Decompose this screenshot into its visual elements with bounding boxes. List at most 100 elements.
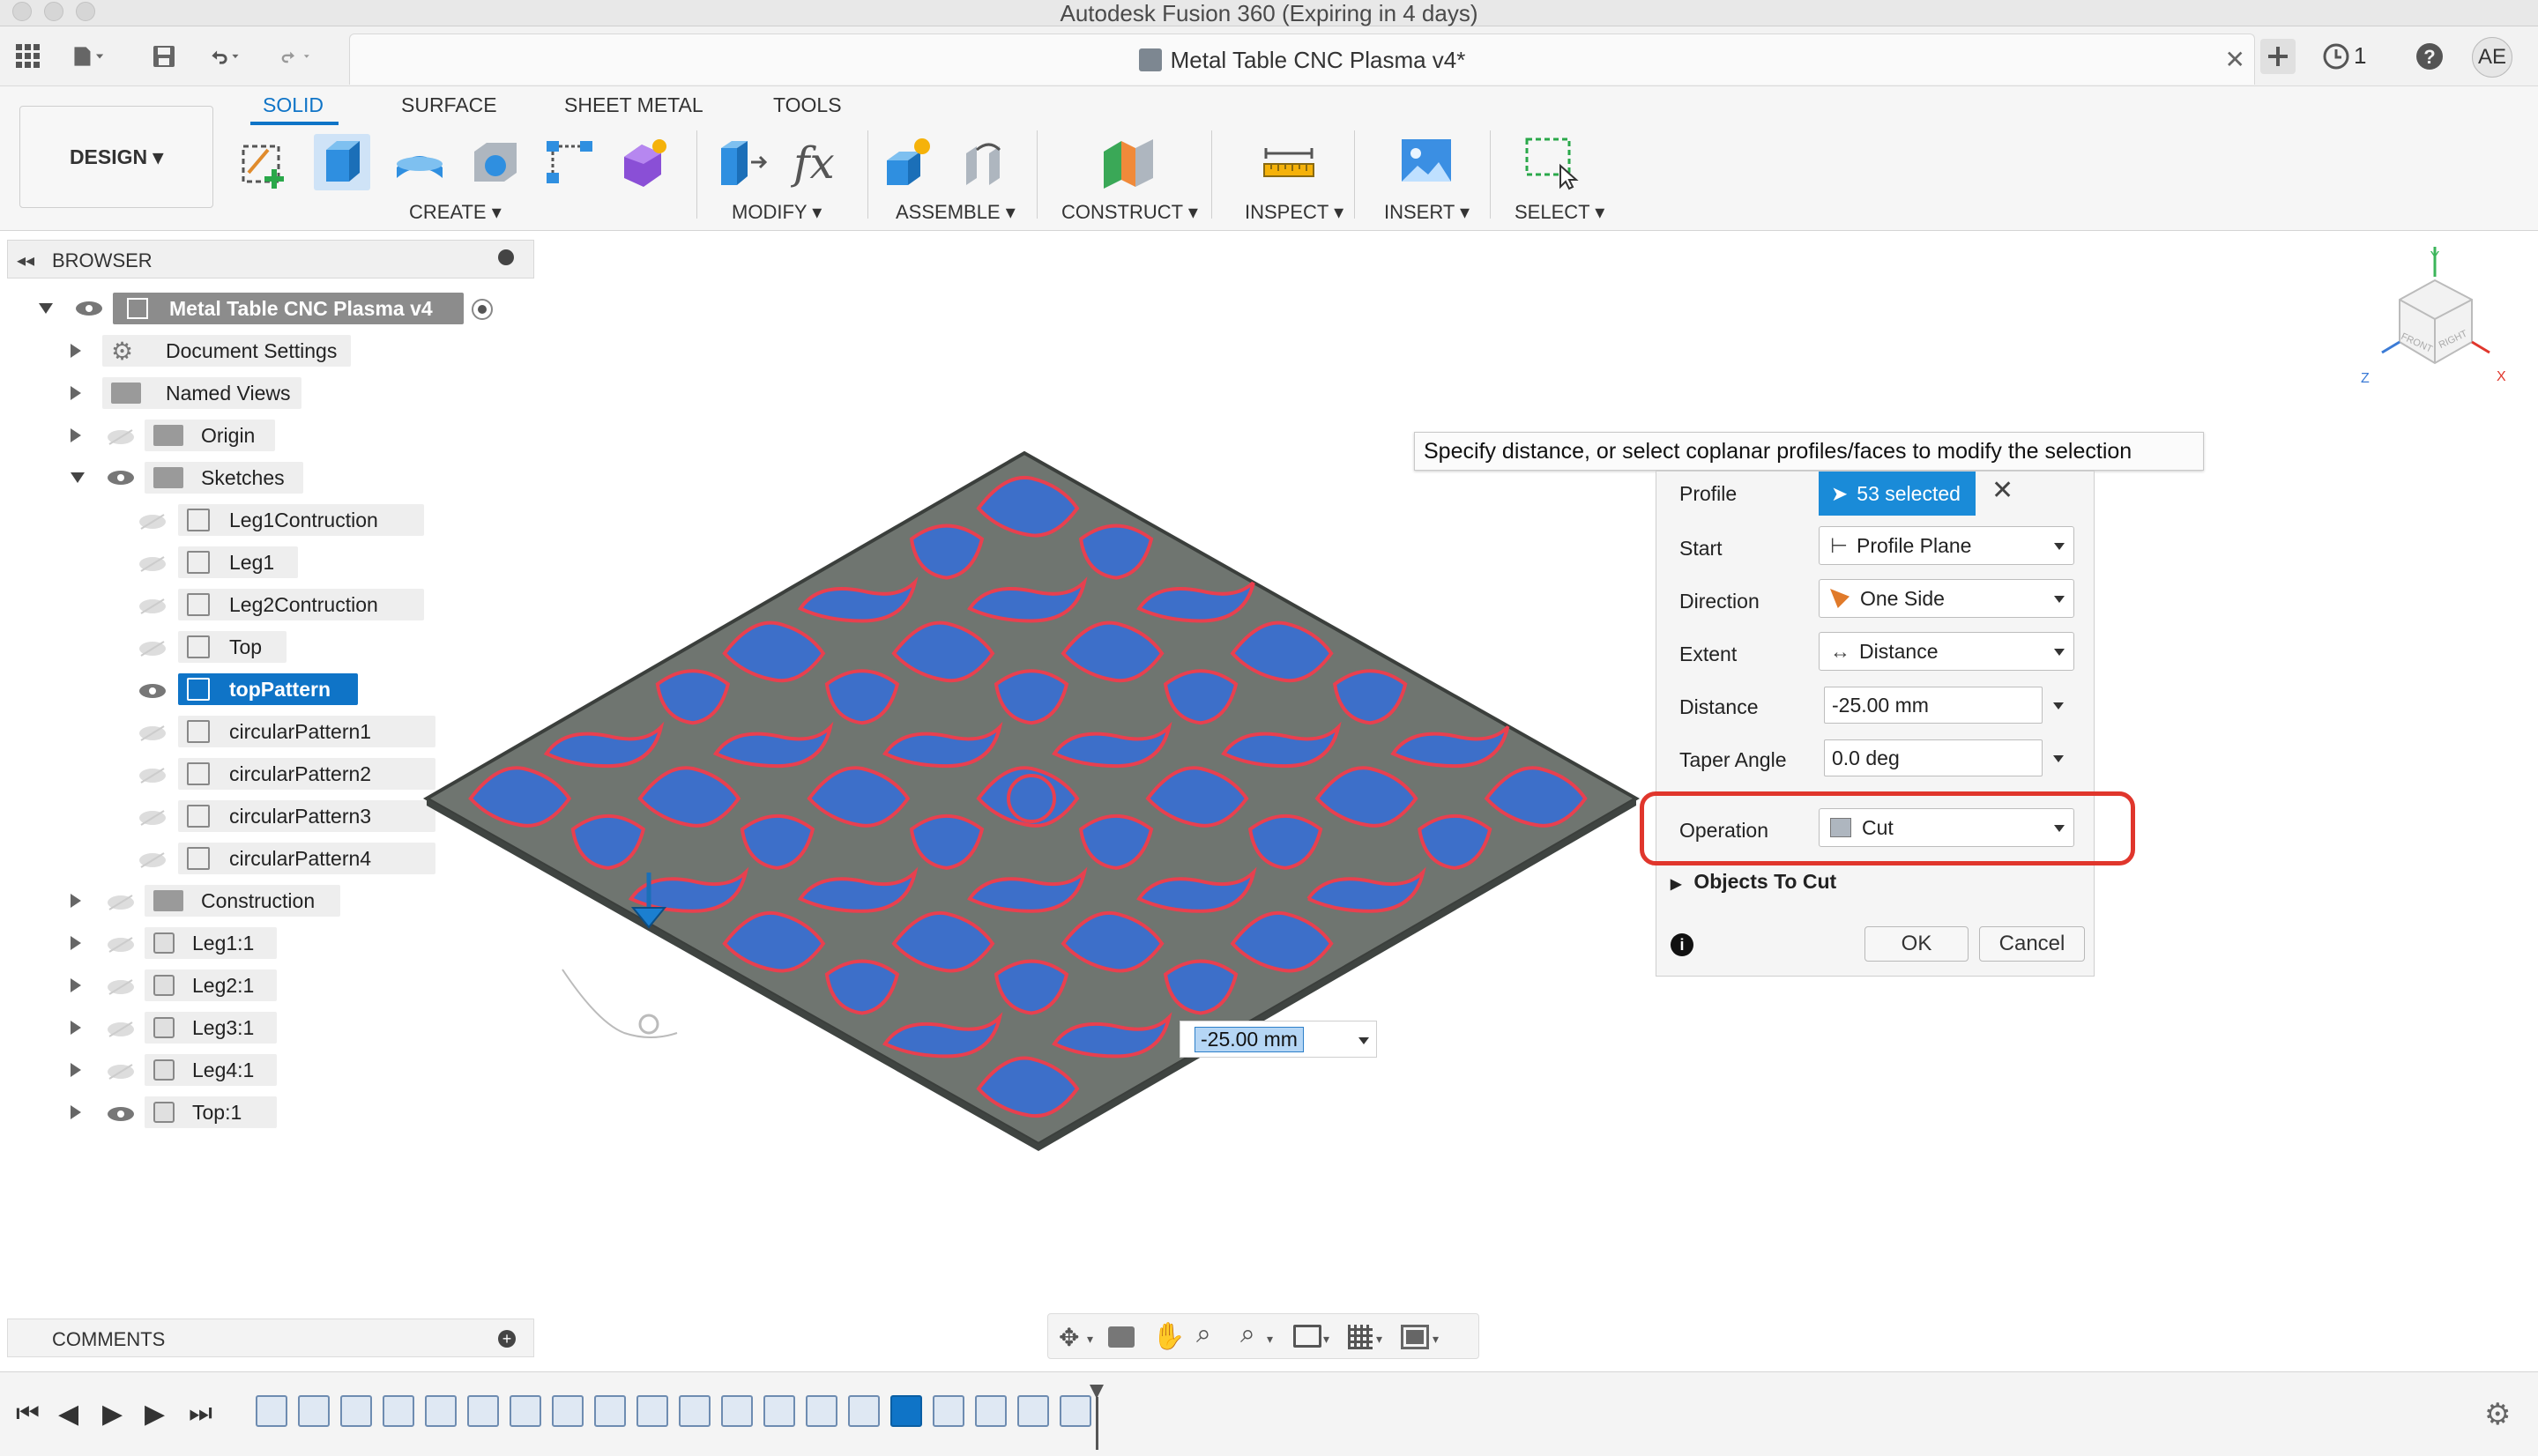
go-to-end-icon[interactable]: ⏭ [189, 1399, 212, 1429]
profile-region[interactable] [1007, 774, 1056, 823]
cancel-button[interactable]: Cancel [1979, 926, 2085, 962]
parameters-fx-icon[interactable]: fx [790, 134, 846, 190]
offset-plane-icon[interactable] [1100, 134, 1157, 190]
help-icon[interactable]: ? [2414, 41, 2445, 72]
objects-to-cut-section[interactable]: ▶ Objects To Cut [1671, 870, 1836, 894]
tab-sheet-metal[interactable]: SHEET METAL [564, 93, 703, 117]
timeline-settings-gear-icon[interactable]: ⚙ [2484, 1397, 2511, 1432]
timeline-feature[interactable] [890, 1395, 922, 1427]
expand-icon[interactable] [71, 894, 81, 908]
tab-solid[interactable]: SOLID [263, 93, 324, 117]
modify-menu[interactable]: MODIFY ▾ [732, 201, 822, 224]
body-item[interactable]: Top:1 [145, 1096, 277, 1128]
timeline-feature[interactable] [298, 1395, 330, 1427]
save-icon[interactable] [148, 41, 180, 72]
timeline-feature[interactable] [552, 1395, 584, 1427]
timeline-feature[interactable] [594, 1395, 626, 1427]
expand-icon[interactable] [71, 978, 81, 992]
workspace-switcher[interactable]: DESIGN ▾ [19, 106, 213, 208]
sketch-item[interactable]: circularPattern2 [178, 758, 435, 790]
browser-item-document-settings[interactable]: ⚙ Document Settings [102, 335, 351, 367]
profile-selection[interactable]: ➤ 53 selected [1819, 472, 1976, 516]
redo-icon[interactable] [279, 41, 310, 72]
pan-hand-icon[interactable]: ✋ [1152, 1321, 1185, 1352]
timeline-feature[interactable] [340, 1395, 372, 1427]
timeline-feature[interactable] [806, 1395, 837, 1427]
distance-dropdown-caret[interactable] [1358, 1037, 1369, 1044]
visibility-eye-hidden-icon[interactable] [106, 428, 136, 446]
body-item[interactable]: Leg4:1 [145, 1054, 277, 1086]
add-comment-icon[interactable]: + [498, 1330, 516, 1348]
timeline-feature[interactable] [848, 1395, 880, 1427]
visibility-eye-hidden-icon[interactable] [138, 555, 167, 573]
timeline-feature[interactable] [636, 1395, 668, 1427]
measure-icon[interactable] [1261, 134, 1317, 190]
visibility-eye-hidden-icon[interactable] [138, 809, 167, 827]
expand-icon[interactable] [71, 428, 81, 442]
tab-tools[interactable]: TOOLS [773, 93, 842, 117]
expand-icon[interactable] [71, 344, 81, 358]
expand-icon[interactable] [71, 936, 81, 950]
sketch-item[interactable]: Leg1 [178, 546, 298, 578]
step-back-icon[interactable]: ◀ [58, 1399, 78, 1430]
collapse-browser-icon[interactable]: ◂◂ [17, 249, 34, 271]
select-menu[interactable]: SELECT ▾ [1515, 201, 1604, 224]
browser-pin-icon[interactable] [498, 249, 514, 265]
play-icon[interactable]: ▶ [102, 1399, 123, 1430]
expand-icon[interactable] [71, 1105, 81, 1119]
body-item[interactable]: Leg2:1 [145, 969, 277, 1001]
rectangular-pattern-icon[interactable] [541, 134, 598, 190]
extrude-icon[interactable] [314, 134, 370, 190]
zoom-icon[interactable]: ⌕ [1196, 1319, 1211, 1349]
info-icon[interactable]: i [1671, 933, 1693, 956]
timeline-feature[interactable] [425, 1395, 457, 1427]
visibility-eye-hidden-icon[interactable] [106, 936, 136, 954]
viewcube[interactable]: Y FRONT RIGHT X Z [2347, 243, 2505, 420]
direction-dropdown[interactable]: One Side [1819, 579, 2074, 618]
timeline-feature[interactable] [721, 1395, 753, 1427]
timeline-feature[interactable] [383, 1395, 414, 1427]
job-status-clock-icon[interactable] [2320, 41, 2352, 72]
new-component-icon[interactable] [882, 134, 938, 190]
chevron-down-icon[interactable]: ▾ [1433, 1332, 1439, 1347]
select-window-icon[interactable] [1523, 134, 1580, 190]
visibility-eye-hidden-icon[interactable] [106, 1021, 136, 1038]
step-forward-icon[interactable]: ▶ [145, 1399, 165, 1430]
undo-icon[interactable] [208, 41, 240, 72]
visibility-eye-icon[interactable] [74, 300, 104, 317]
visibility-eye-icon[interactable] [106, 469, 136, 487]
look-at-icon[interactable] [1108, 1326, 1135, 1348]
create-sketch-icon[interactable] [240, 134, 296, 190]
distance-manipulator-value[interactable]: -25.00 mm [1195, 1027, 1304, 1052]
browser-root-item[interactable]: Metal Table CNC Plasma v4 [113, 293, 464, 324]
grid-settings-icon[interactable] [1348, 1325, 1373, 1349]
visibility-eye-hidden-icon[interactable] [138, 724, 167, 742]
insert-menu[interactable]: INSERT ▾ [1384, 201, 1470, 224]
timeline-feature[interactable] [1060, 1395, 1091, 1427]
visibility-eye-hidden-icon[interactable] [138, 598, 167, 615]
distance-input[interactable]: -25.00 mm [1824, 687, 2043, 724]
orbit-icon[interactable]: ✥ [1059, 1323, 1079, 1352]
joint-icon[interactable] [959, 134, 1016, 190]
sketch-item[interactable]: topPattern [178, 673, 358, 705]
display-settings-icon[interactable] [1293, 1325, 1321, 1348]
viewports-icon[interactable] [1401, 1325, 1429, 1349]
visibility-eye-hidden-icon[interactable] [106, 978, 136, 996]
chevron-down-icon[interactable]: ▾ [1323, 1332, 1329, 1347]
timeline-feature[interactable] [975, 1395, 1007, 1427]
sketch-item[interactable]: Leg1Contruction [178, 504, 424, 536]
user-avatar[interactable]: AE [2472, 37, 2512, 78]
taper-angle-input[interactable]: 0.0 deg [1824, 739, 2043, 776]
visibility-eye-hidden-icon[interactable] [138, 640, 167, 657]
browser-header[interactable]: ◂◂ BROWSER [7, 240, 534, 279]
sketch-item[interactable]: circularPattern3 [178, 800, 435, 832]
visibility-eye-hidden-icon[interactable] [138, 513, 167, 531]
file-menu-icon[interactable] [72, 41, 104, 72]
timeline-feature[interactable] [763, 1395, 795, 1427]
browser-item-construction[interactable]: Construction [145, 885, 340, 917]
taper-caret-icon[interactable] [2053, 755, 2064, 762]
chevron-down-icon[interactable]: ▾ [1087, 1332, 1093, 1347]
create-form-icon[interactable] [615, 134, 672, 190]
visibility-eye-hidden-icon[interactable] [138, 851, 167, 869]
hole-icon[interactable] [467, 134, 524, 190]
